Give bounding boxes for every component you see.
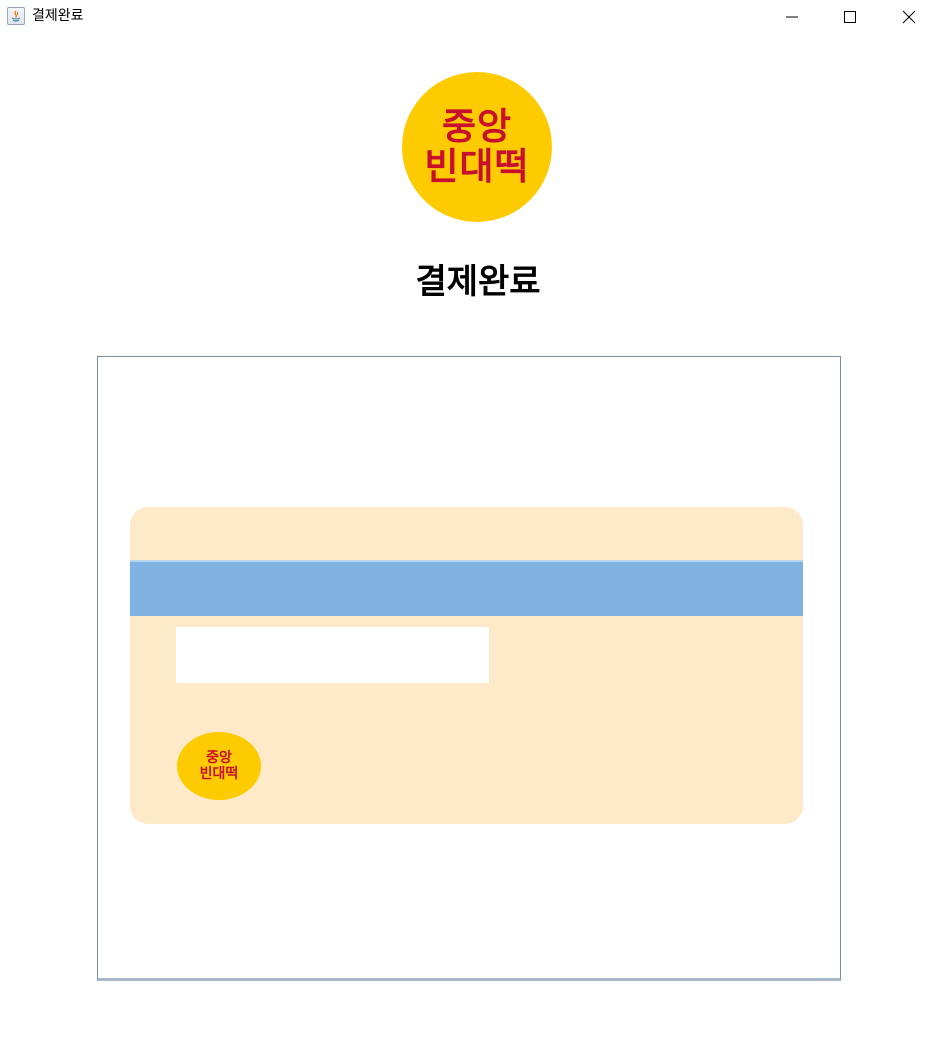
card-signature-box	[176, 627, 489, 683]
card-logo-line-2: 빈대떡	[199, 766, 239, 782]
card-image: 중앙 빈대떡	[130, 507, 803, 824]
maximize-button[interactable]	[821, 0, 879, 34]
logo-line-2: 빈대떡	[424, 145, 530, 188]
payment-complete-window: 결제완료 중앙 빈대떡 결제완료 중앙 빈대떡	[0, 0, 938, 1064]
maximize-icon	[844, 11, 856, 23]
minimize-icon	[786, 16, 798, 18]
card-brand-logo: 중앙 빈대떡	[177, 732, 261, 800]
card-magnetic-stripe	[130, 560, 803, 616]
title-bar: 결제완료	[0, 0, 938, 34]
brand-logo: 중앙 빈대떡	[402, 72, 552, 222]
minimize-button[interactable]	[763, 0, 821, 34]
close-button[interactable]	[880, 0, 938, 34]
close-icon	[902, 10, 916, 24]
window-title: 결제완료	[32, 8, 84, 24]
card-logo-line-1: 중앙	[206, 750, 232, 766]
page-title: 결제완료	[415, 262, 541, 302]
logo-line-1: 중앙	[441, 105, 513, 148]
java-icon	[7, 7, 25, 25]
